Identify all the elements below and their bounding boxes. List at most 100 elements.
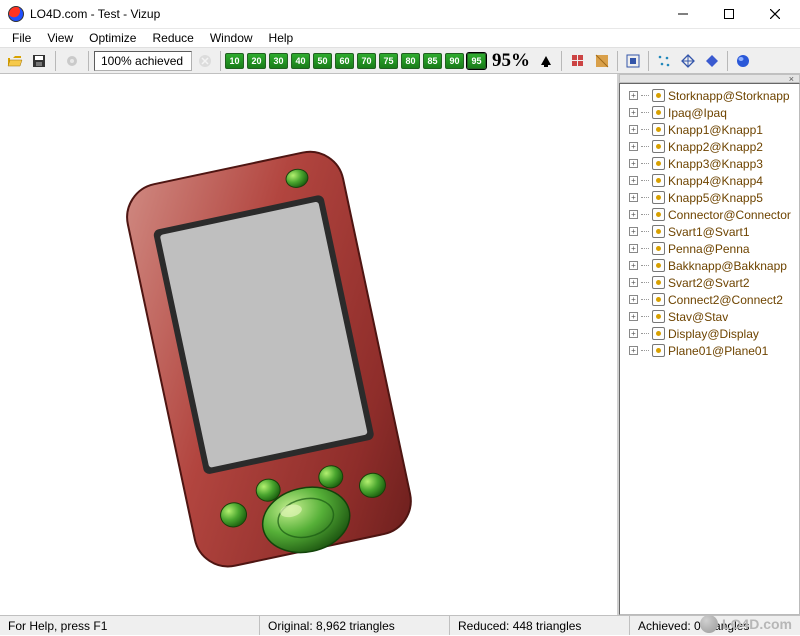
title-bar: LO4D.com - Test - Vizup [0, 0, 800, 29]
tree-connector [641, 95, 649, 96]
tree-item[interactable]: +Ipaq@Ipaq [623, 104, 796, 121]
tree-item[interactable]: + Display@Display [623, 325, 796, 342]
expand-icon[interactable]: + [629, 312, 638, 321]
panel-close-icon[interactable]: × [786, 74, 797, 84]
level-30-button[interactable]: 30 [269, 53, 288, 69]
status-bar: For Help, press F1 Original: 8,962 trian… [0, 615, 800, 635]
expand-icon[interactable]: + [629, 346, 638, 355]
display-smooth-button[interactable] [732, 50, 754, 72]
level-70-button[interactable]: 70 [357, 53, 376, 69]
tree-item[interactable]: +Knapp3@Knapp3 [623, 155, 796, 172]
object-tree[interactable]: +Storknapp@Storknapp+Ipaq@Ipaq+Knapp1@Kn… [619, 83, 800, 615]
toolbar-separator [727, 51, 728, 71]
expand-icon[interactable]: + [629, 227, 638, 236]
increase-button[interactable] [536, 51, 556, 71]
expand-icon[interactable]: + [629, 91, 638, 100]
3d-viewport[interactable] [0, 74, 619, 615]
level-20-button[interactable]: 20 [247, 53, 266, 69]
maximize-button[interactable] [706, 0, 752, 28]
level-60-button[interactable]: 60 [335, 53, 354, 69]
tree-item[interactable]: +Svart1@Svart1 [623, 223, 796, 240]
close-button[interactable] [752, 0, 798, 28]
expand-icon[interactable]: + [629, 261, 638, 270]
cancel-button[interactable] [194, 50, 216, 72]
tree-item[interactable]: + Plane01@Plane01 [623, 342, 796, 359]
toolbar: 100% achieved 102030405060707580859095 9… [0, 48, 800, 74]
reduction-levels: 102030405060707580859095 [225, 53, 486, 69]
tree-item[interactable]: + Knapp2@Knapp2 [623, 138, 796, 155]
shading-shaded-icon [594, 53, 610, 69]
expand-icon[interactable]: + [629, 278, 638, 287]
level-40-button[interactable]: 40 [291, 53, 310, 69]
display-points-button[interactable] [653, 50, 675, 72]
display-wireframe-button[interactable] [677, 50, 699, 72]
minimize-button[interactable] [660, 0, 706, 28]
level-80-button[interactable]: 80 [401, 53, 420, 69]
tree-connector [641, 163, 649, 164]
current-percent: 95% [488, 50, 534, 72]
toolbar-separator [88, 51, 89, 71]
menu-file[interactable]: File [4, 30, 39, 46]
tree-item[interactable]: +Knapp1@Knapp1 [623, 121, 796, 138]
tree-item-label: Knapp2@Knapp2 [668, 140, 763, 154]
tree-connector [641, 265, 649, 266]
expand-icon[interactable]: + [629, 210, 638, 219]
expand-icon[interactable]: + [629, 176, 638, 185]
tree-item[interactable]: +Connect2@Connect2 [623, 291, 796, 308]
tree-item-label: Display@Display [668, 327, 759, 341]
display-solid-button[interactable] [701, 50, 723, 72]
smooth-icon [735, 53, 751, 69]
object-icon [652, 327, 665, 340]
fit-view-button[interactable] [622, 50, 644, 72]
shading-shaded-button[interactable] [591, 50, 613, 72]
tree-item[interactable]: + Svart2@Svart2 [623, 274, 796, 291]
object-icon [652, 157, 665, 170]
shading-flat-button[interactable] [567, 50, 589, 72]
wireframe-icon [680, 53, 696, 69]
gear-button[interactable] [61, 50, 83, 72]
level-75-button[interactable]: 75 [379, 53, 398, 69]
expand-icon[interactable]: + [629, 108, 638, 117]
expand-icon[interactable]: + [629, 244, 638, 253]
menu-reduce[interactable]: Reduce [144, 30, 201, 46]
expand-icon[interactable]: + [629, 159, 638, 168]
status-original: Original: 8,962 triangles [260, 616, 450, 635]
tree-connector [641, 248, 649, 249]
expand-icon[interactable]: + [629, 125, 638, 134]
level-10-button[interactable]: 10 [225, 53, 244, 69]
menu-window[interactable]: Window [202, 30, 261, 46]
tree-item[interactable]: +Connector@Connector [623, 206, 796, 223]
expand-icon[interactable]: + [629, 142, 638, 151]
level-50-button[interactable]: 50 [313, 53, 332, 69]
expand-icon[interactable]: + [629, 193, 638, 202]
tree-item[interactable]: +Knapp5@Knapp5 [623, 189, 796, 206]
status-help: For Help, press F1 [0, 616, 260, 635]
tree-item[interactable]: +Penna@Penna [623, 240, 796, 257]
level-90-button[interactable]: 90 [445, 53, 464, 69]
object-icon [652, 123, 665, 136]
tree-item[interactable]: + Stav@Stav [623, 308, 796, 325]
level-95-button[interactable]: 95 [467, 53, 486, 69]
menu-optimize[interactable]: Optimize [81, 30, 144, 46]
tree-item[interactable]: +Bakknapp@Bakknapp [623, 257, 796, 274]
open-icon [7, 53, 23, 69]
expand-icon[interactable]: + [629, 295, 638, 304]
tree-item[interactable]: +Storknapp@Storknapp [623, 87, 796, 104]
level-85-button[interactable]: 85 [423, 53, 442, 69]
tree-item-label: Plane01@Plane01 [668, 344, 768, 358]
achieved-status: 100% achieved [94, 51, 192, 71]
menu-view[interactable]: View [39, 30, 81, 46]
open-button[interactable] [4, 50, 26, 72]
tree-item-label: Svart2@Svart2 [668, 276, 750, 290]
expand-icon[interactable]: + [629, 329, 638, 338]
tree-connector [641, 146, 649, 147]
solid-icon [704, 53, 720, 69]
menu-help[interactable]: Help [261, 30, 302, 46]
save-button[interactable] [28, 50, 50, 72]
status-reduced: Reduced: 448 triangles [450, 616, 630, 635]
panel-header[interactable]: × [619, 74, 800, 83]
shading-flat-icon [570, 53, 586, 69]
tree-item[interactable]: +Knapp4@Knapp4 [623, 172, 796, 189]
work-area: × +Storknapp@Storknapp+Ipaq@Ipaq+Knapp1@… [0, 74, 800, 615]
tree-item-label: Stav@Stav [668, 310, 728, 324]
